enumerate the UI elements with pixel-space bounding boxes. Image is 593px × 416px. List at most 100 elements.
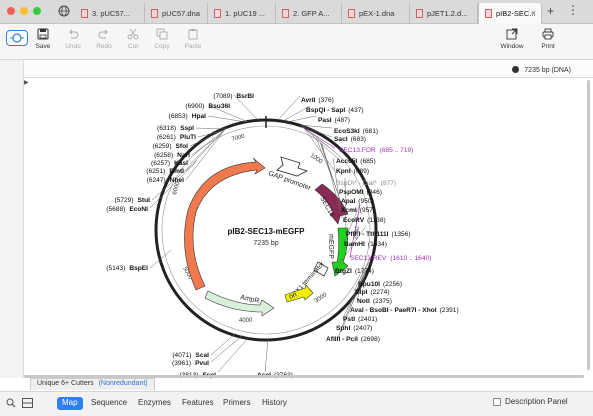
plasmid-map[interactable]: 1000 2000 3000 4000 5000 6000 7000 GAP p… bbox=[0, 0, 593, 416]
svg-text:(3961)PvuI: (3961) PvuI bbox=[172, 360, 209, 367]
site-pos: (7089) bbox=[213, 93, 232, 100]
site-pos: (376) bbox=[318, 97, 333, 104]
site-pos: (6257) bbox=[151, 160, 170, 167]
view-tab-bar: Map Sequence Enzymes Features Primers Hi… bbox=[0, 391, 593, 416]
svg-text:SEC13.FOR(685 .. 719): SEC13.FOR (685 .. 719) bbox=[339, 147, 413, 154]
tick-4000: 4000 bbox=[239, 318, 253, 324]
site-pos: (1774) bbox=[355, 268, 374, 275]
svg-text:(6261)PluTI: (6261) PluTI bbox=[157, 134, 196, 141]
description-panel-toggle[interactable]: Description Panel bbox=[493, 397, 568, 406]
vertical-scrollbar[interactable] bbox=[586, 80, 591, 374]
svg-text:AvrII(376): AvrII (376) bbox=[301, 97, 334, 104]
site-name: EcoNI bbox=[129, 206, 148, 213]
site-pos: (2407) bbox=[353, 325, 372, 332]
site-pos: (6261) bbox=[157, 134, 176, 141]
svg-text:AvaI - BsoBI - PaeR7I - XhoI(2: AvaI - BsoBI - PaeR7I - XhoI (2391) bbox=[350, 307, 459, 314]
description-panel-label: Description Panel bbox=[505, 397, 568, 406]
site-pos: (2698) bbox=[361, 336, 380, 343]
svg-text:BspQI - SapI(437): BspQI - SapI (437) bbox=[306, 107, 364, 114]
cutters-filter-tab[interactable]: Unique 6+ Cutters (Nonredundant) bbox=[30, 378, 155, 390]
map-title: pIB2-SEC13-mEGFP bbox=[228, 227, 306, 236]
svg-text:(5688)EcoNI: (5688) EcoNI bbox=[106, 206, 148, 213]
site-name: BmtI bbox=[169, 168, 184, 175]
site-name: StuI bbox=[138, 197, 151, 204]
site-name: SacI bbox=[334, 136, 348, 143]
label-pphis4: PpHIS4 bbox=[198, 207, 207, 232]
tick-1000: 1000 bbox=[309, 153, 324, 166]
site-pos: (5688) bbox=[106, 206, 125, 213]
site-pos: (683) bbox=[351, 136, 366, 143]
tab-map[interactable]: Map bbox=[57, 397, 83, 410]
svg-text:(6318)SspI: (6318) SspI bbox=[157, 125, 194, 132]
svg-text:PflFI - Tth111I(1356): PflFI - Tth111I (1356) bbox=[346, 231, 411, 238]
site-pos: (6247) bbox=[147, 177, 166, 184]
site-name: BamHI bbox=[344, 241, 365, 248]
svg-text:Bpu10I(2256): Bpu10I (2256) bbox=[358, 281, 402, 288]
site-name: HpaI bbox=[192, 113, 206, 120]
site-pos: (6259) bbox=[152, 143, 171, 150]
site-pos: (1138) bbox=[367, 217, 386, 224]
svg-text:(6251)BmtI: (6251) BmtI bbox=[146, 168, 184, 175]
site-name: BspEI bbox=[129, 265, 148, 272]
site-pos: (681) bbox=[363, 128, 378, 135]
site-name: PstI bbox=[343, 316, 355, 323]
site-name: ScaI bbox=[195, 352, 209, 359]
site-pos: (689) bbox=[354, 168, 369, 175]
site-name: AflIII - PciI bbox=[326, 336, 358, 343]
site-pos: (1356) bbox=[392, 231, 411, 238]
site-name: SspI bbox=[180, 125, 194, 132]
primer-pos: (1610 .. 1640) bbox=[390, 255, 431, 262]
site-name: BspQI - SapI bbox=[306, 107, 345, 114]
svg-text:(5729)StuI: (5729) StuI bbox=[114, 197, 150, 204]
site-name: AvrII bbox=[301, 97, 316, 104]
svg-text:NotI(2375): NotI (2375) bbox=[357, 298, 392, 305]
map-length: 7235 bp bbox=[253, 240, 278, 247]
search-icon[interactable] bbox=[6, 398, 16, 410]
site-pos: (6251) bbox=[146, 168, 165, 175]
site-pos: (437) bbox=[348, 107, 363, 114]
tab-sequence[interactable]: Sequence bbox=[86, 397, 132, 410]
site-pos: (5729) bbox=[114, 197, 133, 204]
tab-features[interactable]: Features bbox=[177, 397, 219, 410]
svg-text:(6259)SfoI: (6259) SfoI bbox=[152, 143, 188, 150]
site-name: SfoI bbox=[176, 143, 189, 150]
feature-gap-promoter[interactable] bbox=[276, 156, 309, 177]
svg-text:BtgZI(1774): BtgZI (1774) bbox=[335, 268, 374, 275]
description-panel-checkbox[interactable] bbox=[493, 397, 501, 406]
site-pos: (3961) bbox=[172, 360, 191, 367]
site-pos: (487) bbox=[335, 117, 350, 124]
feature-pphis4[interactable] bbox=[184, 157, 266, 291]
nonredundant-label[interactable]: (Nonredundant) bbox=[99, 380, 148, 387]
site-name: PasI bbox=[318, 117, 332, 124]
svg-text:(6853)HpaI: (6853) HpaI bbox=[169, 113, 207, 120]
primer-name: SEC13.REV bbox=[350, 255, 387, 262]
site-name: NheI bbox=[170, 177, 184, 184]
svg-text:SacI(683): SacI (683) bbox=[334, 136, 366, 143]
tab-primers[interactable]: Primers bbox=[218, 397, 256, 410]
site-pos: (6900) bbox=[185, 103, 204, 110]
tab-history[interactable]: History bbox=[257, 397, 292, 410]
site-pos: (957) bbox=[360, 207, 375, 214]
svg-text:Acc65I(685): Acc65I (685) bbox=[336, 158, 376, 165]
site-pos: (1634) bbox=[368, 241, 387, 248]
site-name: Bsu36I bbox=[208, 103, 230, 110]
svg-text:(6257)KasI: (6257) KasI bbox=[151, 160, 188, 167]
svg-text:PasI(487): PasI (487) bbox=[318, 117, 350, 124]
feature-ampr[interactable] bbox=[204, 290, 275, 317]
svg-text:(4071)ScaI: (4071) ScaI bbox=[172, 352, 209, 359]
panel-layout-icon[interactable] bbox=[22, 398, 33, 410]
svg-text:(7089)BsrBI: (7089) BsrBI bbox=[213, 93, 254, 100]
site-name: SphI bbox=[336, 325, 350, 332]
tick-3000: 3000 bbox=[314, 292, 329, 305]
site-name: Bpu10I bbox=[358, 281, 380, 288]
tab-enzymes[interactable]: Enzymes bbox=[133, 397, 176, 410]
svg-text:EcoS3kI(681): EcoS3kI (681) bbox=[334, 128, 378, 135]
site-pos: (685) bbox=[360, 158, 375, 165]
site-name: ApaI bbox=[341, 198, 355, 205]
site-pos: (877) bbox=[381, 180, 396, 187]
svg-text:(6247)NheI: (6247) NheI bbox=[147, 177, 185, 184]
site-pos: (950) bbox=[358, 198, 373, 205]
site-pos: (6853) bbox=[169, 113, 188, 120]
svg-text:ApaI(950): ApaI (950) bbox=[341, 198, 374, 205]
svg-text:AflIII - PciI(2698): AflIII - PciI (2698) bbox=[326, 336, 380, 343]
